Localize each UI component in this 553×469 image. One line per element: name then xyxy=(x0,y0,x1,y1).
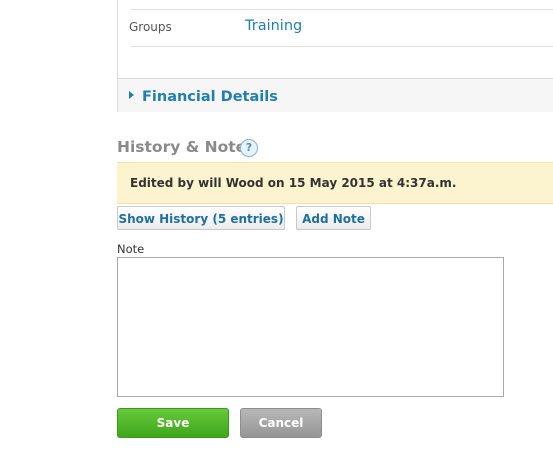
help-icon[interactable]: ? xyxy=(240,139,258,157)
note-label: Note xyxy=(117,242,145,256)
history-notes-title: History & Notes xyxy=(117,138,256,156)
cancel-button[interactable]: Cancel xyxy=(240,408,322,438)
financial-details-toggle[interactable]: Financial Details xyxy=(118,78,553,112)
edited-banner: Edited by will Wood on 15 May 2015 at 4:… xyxy=(117,162,553,204)
note-textarea[interactable] xyxy=(117,257,504,397)
financial-details-label: Financial Details xyxy=(142,89,278,105)
groups-value-link[interactable]: Training xyxy=(245,18,302,34)
caret-right-icon xyxy=(129,91,134,99)
row-divider xyxy=(130,9,553,10)
row-divider xyxy=(130,46,553,47)
add-note-button[interactable]: Add Note xyxy=(296,206,371,230)
edited-text: Edited by will Wood on 15 May 2015 at 4:… xyxy=(130,176,457,190)
show-history-button[interactable]: Show History (5 entries) xyxy=(117,206,285,230)
groups-label: Groups xyxy=(129,20,172,34)
save-button[interactable]: Save xyxy=(117,408,229,438)
